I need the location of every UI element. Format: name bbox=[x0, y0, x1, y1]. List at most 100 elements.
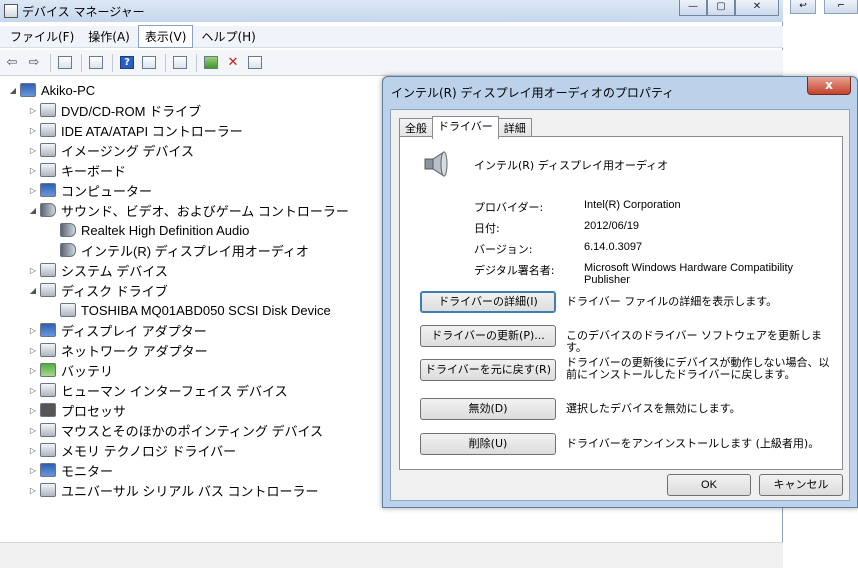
tree-root[interactable]: ◢ Akiko-PC bbox=[8, 80, 95, 100]
tree-category[interactable]: ▷ ディスプレイ アダプター bbox=[28, 320, 207, 340]
tree-node-label: マウスとそのほかのポインティング デバイス bbox=[61, 423, 324, 439]
collapsed-arrow-icon[interactable]: ▷ bbox=[28, 486, 38, 495]
tree-node-label: プロセッサ bbox=[61, 403, 127, 419]
tree-category[interactable]: ▷ ヒューマン インターフェイス デバイス bbox=[28, 380, 288, 400]
properties-icon[interactable] bbox=[86, 53, 106, 73]
tab-general[interactable]: 全般 bbox=[399, 118, 433, 138]
battery-icon bbox=[40, 363, 56, 377]
rollback-driver-description: ドライバーの更新後にデバイスが動作しない場合、以前にインストールしたドライバーに… bbox=[566, 356, 830, 381]
driver-details-button[interactable]: ドライバーの詳細(I) bbox=[420, 291, 556, 313]
collapsed-arrow-icon[interactable]: ▷ bbox=[28, 366, 38, 375]
tree-category[interactable]: ▷ IDE ATA/ATAPI コントローラー bbox=[28, 120, 243, 140]
monitor-icon bbox=[40, 463, 56, 477]
disable-button[interactable]: 無効(D) bbox=[420, 398, 556, 420]
tree-device[interactable]: インテル(R) ディスプレイ用オーディオ bbox=[48, 240, 309, 260]
imaging-device-icon bbox=[40, 143, 56, 157]
tree-category[interactable]: ▷ コンピューター bbox=[28, 180, 152, 200]
minimize-button[interactable]: — bbox=[679, 0, 707, 16]
tree-node-label: イメージング デバイス bbox=[61, 143, 194, 159]
scan-hardware-icon[interactable] bbox=[170, 53, 190, 73]
tree-category[interactable]: ▷ モニター bbox=[28, 460, 113, 480]
expanded-arrow-icon[interactable]: ◢ bbox=[28, 286, 38, 295]
background-window-button[interactable]: ⌐ bbox=[824, 0, 858, 14]
tree-node-label: メモリ テクノロジ ドライバー bbox=[61, 443, 237, 459]
tree-category[interactable]: ▷ ユニバーサル シリアル バス コントローラー bbox=[28, 480, 318, 500]
close-button[interactable]: ✕ bbox=[735, 0, 779, 16]
tree-node-label: TOSHIBA MQ01ABD050 SCSI Disk Device bbox=[81, 302, 331, 318]
menu-item-2[interactable]: 表示(V) bbox=[137, 25, 194, 48]
tab-driver[interactable]: ドライバー bbox=[432, 116, 499, 139]
collapsed-arrow-icon[interactable]: ▷ bbox=[28, 126, 38, 135]
disk-drive-icon bbox=[40, 283, 56, 297]
expanded-arrow-icon[interactable]: ◢ bbox=[8, 86, 18, 95]
speaker-icon bbox=[424, 151, 448, 177]
speaker-icon bbox=[40, 203, 56, 217]
caption-buttons: — ▢ ✕ bbox=[679, 0, 779, 16]
forward-icon[interactable]: ⇨ bbox=[24, 53, 44, 73]
collapsed-arrow-icon[interactable]: ▷ bbox=[28, 266, 38, 275]
menu-item-3[interactable]: ヘルプ(H) bbox=[195, 26, 261, 47]
provider-label: プロバイダー: bbox=[474, 201, 544, 214]
collapsed-arrow-icon[interactable]: ▷ bbox=[28, 346, 38, 355]
collapsed-arrow-icon[interactable]: ▷ bbox=[28, 446, 38, 455]
tab-details[interactable]: 詳細 bbox=[497, 118, 532, 138]
collapsed-arrow-icon[interactable]: ▷ bbox=[28, 186, 38, 195]
update-driver-icon[interactable] bbox=[201, 53, 221, 73]
tree-node-label: サウンド、ビデオ、およびゲーム コントローラー bbox=[61, 203, 349, 219]
tree-category[interactable]: ▷ バッテリ bbox=[28, 360, 113, 380]
display-adapter-icon bbox=[40, 323, 56, 337]
action-icon[interactable] bbox=[139, 53, 159, 73]
back-icon[interactable]: ⇦ bbox=[2, 53, 22, 73]
uninstall-button[interactable]: 削除(U) bbox=[420, 433, 556, 455]
title-bar: デバイス マネージャー — ▢ ✕ bbox=[0, 0, 783, 22]
tree-node-label: バッテリ bbox=[61, 363, 114, 379]
maximize-button[interactable]: ▢ bbox=[707, 0, 735, 16]
expanded-arrow-icon[interactable]: ◢ bbox=[28, 206, 38, 215]
collapsed-arrow-icon[interactable]: ▷ bbox=[28, 426, 38, 435]
collapsed-arrow-icon[interactable]: ▷ bbox=[28, 466, 38, 475]
tree-node-label: Akiko-PC bbox=[41, 82, 96, 98]
memory-icon bbox=[40, 443, 56, 457]
collapsed-arrow-icon[interactable]: ▷ bbox=[28, 146, 38, 155]
collapsed-arrow-icon[interactable]: ▷ bbox=[28, 106, 38, 115]
dialog-close-button[interactable]: x bbox=[807, 77, 851, 95]
collapsed-arrow-icon[interactable]: ▷ bbox=[28, 166, 38, 175]
tree-category[interactable]: ▷ イメージング デバイス bbox=[28, 140, 194, 160]
tree-category[interactable]: ▷ プロセッサ bbox=[28, 400, 126, 420]
tree-category[interactable]: ◢ サウンド、ビデオ、およびゲーム コントローラー bbox=[28, 200, 349, 220]
tree-category[interactable]: ▷ メモリ テクノロジ ドライバー bbox=[28, 440, 236, 460]
toolbar-separator bbox=[81, 53, 82, 72]
tree-category[interactable]: ◢ ディスク ドライブ bbox=[28, 280, 168, 300]
tree-category[interactable]: ▷ キーボード bbox=[28, 160, 126, 180]
tree-device[interactable]: Realtek High Definition Audio bbox=[48, 220, 249, 240]
provider-value: Intel(R) Corporation bbox=[584, 199, 681, 211]
menu-item-1[interactable]: 操作(A) bbox=[82, 26, 136, 47]
tree-category[interactable]: ▷ システム デバイス bbox=[28, 260, 168, 280]
menu-item-0[interactable]: ファイル(F) bbox=[4, 26, 80, 47]
rollback-driver-button[interactable]: ドライバーを元に戻す(R) bbox=[420, 359, 556, 381]
tree-category[interactable]: ▷ DVD/CD-ROM ドライブ bbox=[28, 100, 201, 120]
tree-device[interactable]: TOSHIBA MQ01ABD050 SCSI Disk Device bbox=[48, 300, 331, 320]
disable-icon[interactable] bbox=[245, 53, 265, 73]
collapsed-arrow-icon[interactable]: ▷ bbox=[28, 406, 38, 415]
collapsed-arrow-icon[interactable]: ▷ bbox=[28, 386, 38, 395]
dialog-title: インテル(R) ディスプレイ用オーディオのプロパティ bbox=[391, 85, 675, 100]
tree-category[interactable]: ▷ マウスとそのほかのポインティング デバイス bbox=[28, 420, 323, 440]
tree-node-label: インテル(R) ディスプレイ用オーディオ bbox=[81, 243, 309, 259]
tree-node-label: IDE ATA/ATAPI コントローラー bbox=[61, 123, 243, 139]
show-hide-tree-icon[interactable] bbox=[55, 53, 75, 73]
menu-bar: ファイル(F) 操作(A) 表示(V) ヘルプ(H) bbox=[0, 25, 783, 48]
tree-category[interactable]: ▷ ネットワーク アダプター bbox=[28, 340, 208, 360]
background-window-button[interactable]: ↩ bbox=[790, 0, 816, 14]
tree-node-label: ネットワーク アダプター bbox=[61, 343, 208, 359]
device-tree: ◢ Akiko-PC ▷ DVD/CD-ROM ドライブ ▷ IDE ATA/ATAPI … bbox=[0, 80, 380, 540]
tree-node-label: ヒューマン インターフェイス デバイス bbox=[61, 383, 288, 399]
ok-button[interactable]: OK bbox=[667, 474, 751, 496]
cancel-button[interactable]: キャンセル bbox=[759, 474, 843, 496]
tree-node-label: Realtek High Definition Audio bbox=[81, 222, 250, 238]
signer-label: デジタル署名者: bbox=[474, 264, 555, 277]
help-icon[interactable]: ? bbox=[117, 53, 137, 73]
collapsed-arrow-icon[interactable]: ▷ bbox=[28, 326, 38, 335]
uninstall-icon[interactable]: ✕ bbox=[223, 53, 243, 73]
update-driver-button[interactable]: ドライバーの更新(P)... bbox=[420, 325, 556, 347]
